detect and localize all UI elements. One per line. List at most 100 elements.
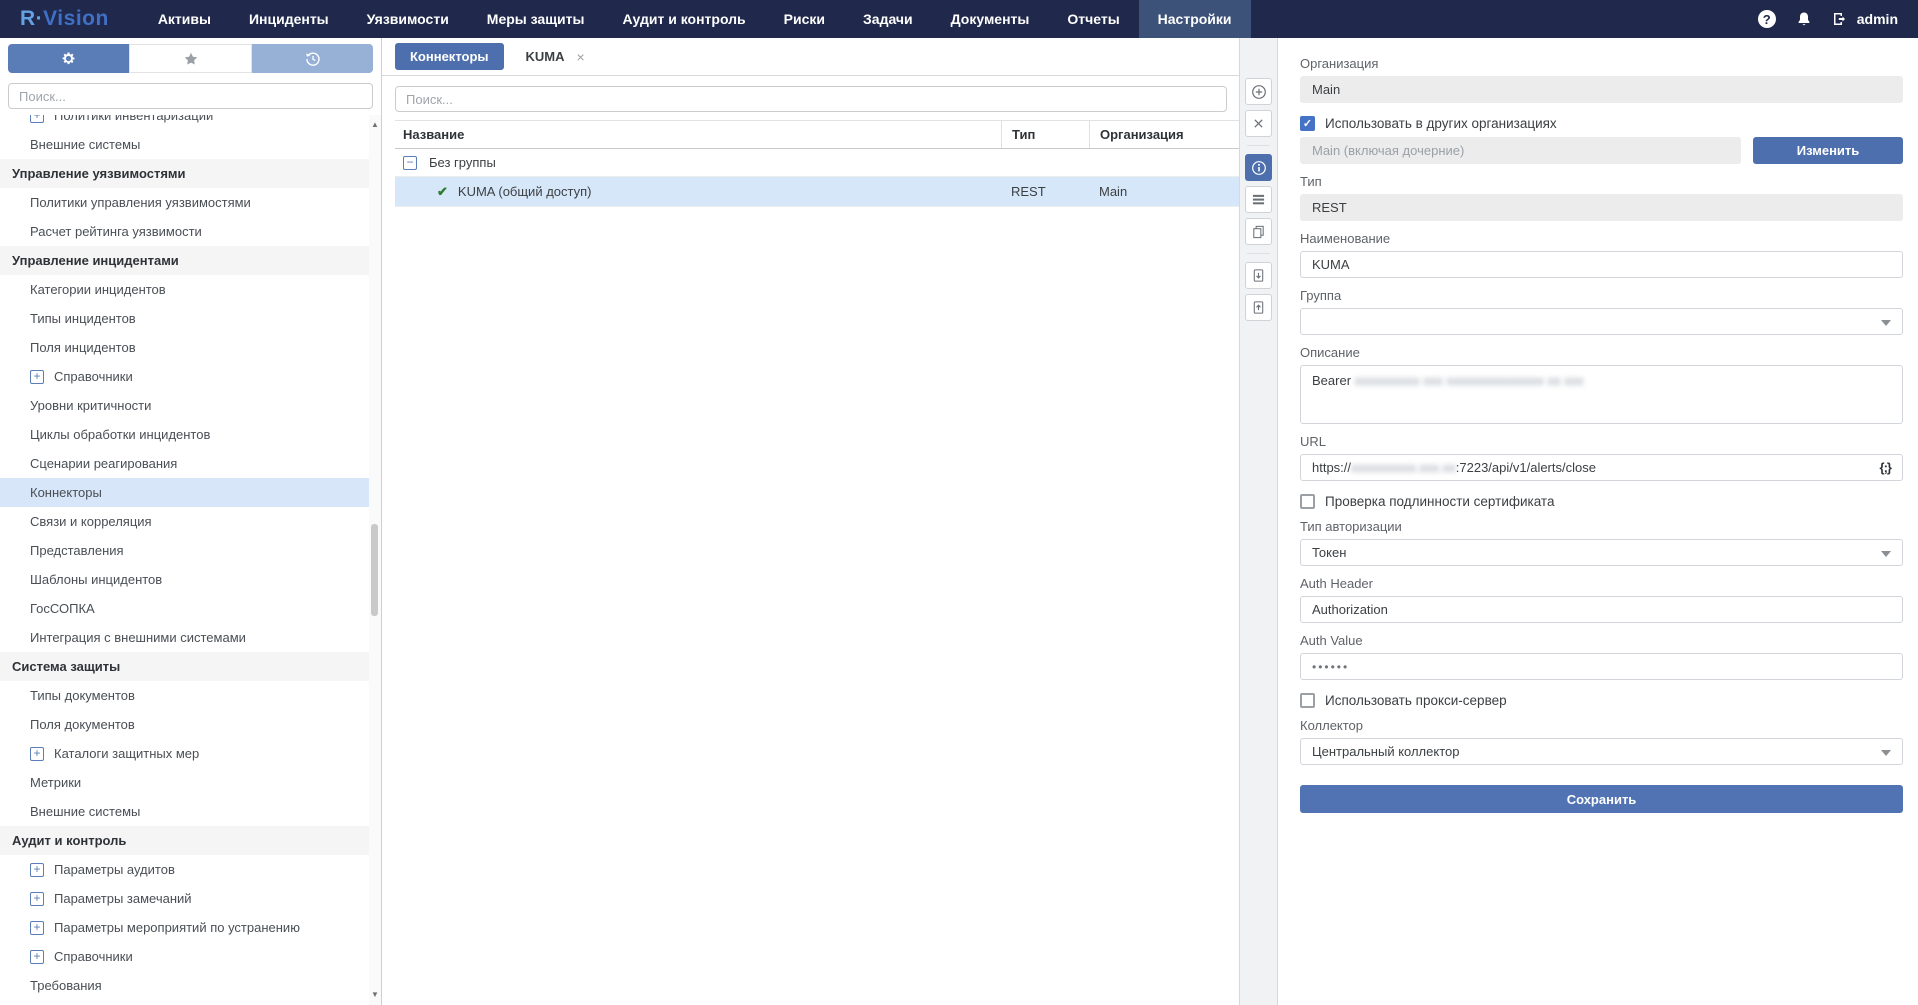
sidebar-item[interactable]: Требования (0, 971, 381, 1000)
expand-icon[interactable]: + (30, 892, 44, 906)
tab-connectors[interactable]: Коннекторы (395, 43, 504, 70)
collapse-icon[interactable]: − (403, 156, 417, 170)
change-button[interactable]: Изменить (1753, 137, 1903, 164)
nav-item[interactable]: Меры защиты (468, 0, 604, 38)
sidebar-scrollbar[interactable]: ▲ ▼ (369, 115, 381, 1005)
info-button[interactable] (1245, 154, 1272, 181)
auth-type-select[interactable]: Токен (1300, 539, 1903, 566)
sidebar-item[interactable]: Поля инцидентов (0, 333, 381, 362)
url-input[interactable]: https://xxxxxxxxxx.xxx.xx:7223/api/v1/al… (1300, 454, 1903, 481)
sidebar-item[interactable]: +Каталоги защитных мер (0, 739, 381, 768)
sidebar-search-input[interactable] (8, 83, 373, 109)
description-textarea[interactable]: Bearer xxxxxxxxxx xxx xxxxxxxxxxxxxxx xx… (1300, 365, 1903, 424)
sidebar-item[interactable]: Коннекторы (0, 478, 381, 507)
nav-item[interactable]: Уязвимости (348, 0, 468, 38)
add-button[interactable] (1245, 78, 1272, 105)
column-header-name[interactable]: Название (395, 127, 1001, 142)
save-button[interactable]: Сохранить (1300, 785, 1903, 813)
column-header-org[interactable]: Организация (1089, 121, 1239, 148)
sidebar-item[interactable]: Категории инцидентов (0, 275, 381, 304)
user-menu[interactable]: admin (1832, 11, 1898, 27)
sidebar-item[interactable]: Сценарии реагирования (0, 449, 381, 478)
expand-icon[interactable]: + (30, 950, 44, 964)
sidebar-item[interactable]: Циклы обработки инцидентов (0, 420, 381, 449)
copy-button[interactable] (1245, 218, 1272, 245)
group-label: Без группы (429, 155, 496, 170)
proxy-checkbox-row[interactable]: Использовать прокси-сервер (1300, 693, 1903, 708)
nav-item[interactable]: Документы (932, 0, 1049, 38)
sidebar-item[interactable]: +Параметры аудитов (0, 855, 381, 884)
connectors-search-input[interactable] (395, 86, 1227, 112)
sidebar-item[interactable]: Уровни критичности (0, 391, 381, 420)
sidebar-item[interactable]: Интеграция с внешними системами (0, 623, 381, 652)
cert-checkbox[interactable] (1300, 494, 1315, 509)
sidebar-item[interactable]: ГосСОПКА (0, 594, 381, 623)
sidebar-item[interactable]: Внешние системы (0, 130, 381, 159)
org-label: Организация (1300, 56, 1903, 71)
auth-value-input[interactable]: •••••• (1300, 653, 1903, 680)
sidebar-item[interactable]: +Параметры замечаний (0, 884, 381, 913)
nav-item[interactable]: Отчеты (1048, 0, 1138, 38)
close-icon[interactable]: × (577, 49, 585, 65)
sidebar-item[interactable]: К (0, 1000, 381, 1005)
scrollbar-thumb[interactable] (371, 524, 378, 616)
share-checkbox[interactable]: ✓ (1300, 116, 1315, 131)
expand-icon[interactable]: + (30, 921, 44, 935)
collector-value: Центральный коллектор (1312, 744, 1459, 759)
sidebar-item[interactable]: +Политики инвентаризации (0, 115, 381, 130)
group-row[interactable]: − Без группы (395, 149, 1239, 177)
tree-item-label: Типы инцидентов (30, 311, 136, 326)
scroll-up-icon[interactable]: ▲ (371, 121, 379, 129)
nav-item[interactable]: Задачи (844, 0, 932, 38)
sidebar-item[interactable]: +Справочники (0, 942, 381, 971)
sidebar-item[interactable]: Представления (0, 536, 381, 565)
sidebar-item[interactable]: Метрики (0, 768, 381, 797)
column-header-type[interactable]: Тип (1001, 121, 1089, 148)
tree-item-label: Категории инцидентов (30, 282, 166, 297)
expand-icon[interactable]: + (30, 370, 44, 384)
share-checkbox-row[interactable]: ✓ Использовать в других организациях (1300, 116, 1903, 131)
tab-settings[interactable] (8, 44, 129, 73)
table-row[interactable]: ✔ KUMA (общий доступ) REST Main (395, 177, 1239, 207)
proxy-checkbox[interactable] (1300, 693, 1315, 708)
group-select[interactable] (1300, 308, 1903, 335)
list-button[interactable] (1245, 186, 1272, 213)
nav-item[interactable]: Инциденты (230, 0, 348, 38)
nav-item[interactable]: Риски (765, 0, 844, 38)
url-suffix: :7223/api/v1/alerts/close (1456, 460, 1596, 475)
sidebar-view-switch (8, 44, 373, 73)
gear-icon (61, 51, 76, 66)
scroll-down-icon[interactable]: ▼ (371, 991, 379, 999)
export-button[interactable] (1245, 294, 1272, 321)
sidebar-item[interactable]: Шаблоны инцидентов (0, 565, 381, 594)
sidebar-item[interactable]: Связи и корреляция (0, 507, 381, 536)
nav-item[interactable]: Настройки (1139, 0, 1251, 38)
connector-type: REST (1001, 177, 1089, 206)
auth-header-input[interactable] (1300, 596, 1903, 623)
sidebar-item[interactable]: Типы инцидентов (0, 304, 381, 333)
variables-icon[interactable]: {;} (1880, 460, 1891, 475)
tab-favorites[interactable] (129, 44, 252, 73)
import-button[interactable] (1245, 262, 1272, 289)
sidebar-item[interactable]: Политики управления уязвимостями (0, 188, 381, 217)
sidebar-item[interactable]: Типы документов (0, 681, 381, 710)
delete-button[interactable] (1245, 110, 1272, 137)
connectors-search (382, 76, 1239, 120)
nav-item[interactable]: Активы (139, 0, 230, 38)
name-input[interactable] (1300, 251, 1903, 278)
sidebar-item[interactable]: Поля документов (0, 710, 381, 739)
cert-checkbox-row[interactable]: Проверка подлинности сертификата (1300, 494, 1903, 509)
sidebar-item[interactable]: +Справочники (0, 362, 381, 391)
expand-icon[interactable]: + (30, 863, 44, 877)
collector-select[interactable]: Центральный коллектор (1300, 738, 1903, 765)
nav-item[interactable]: Аудит и контроль (603, 0, 764, 38)
sidebar-item[interactable]: Внешние системы (0, 797, 381, 826)
help-icon[interactable]: ? (1758, 10, 1776, 28)
expand-icon[interactable]: + (30, 747, 44, 761)
tab-history[interactable] (252, 44, 373, 73)
tab-kuma[interactable]: KUMA × (510, 43, 595, 71)
notifications-bell-icon[interactable] (1796, 11, 1812, 27)
sidebar-item[interactable]: +Параметры мероприятий по устранению (0, 913, 381, 942)
expand-icon[interactable]: + (30, 115, 44, 123)
sidebar-item[interactable]: Расчет рейтинга уязвимости (0, 217, 381, 246)
